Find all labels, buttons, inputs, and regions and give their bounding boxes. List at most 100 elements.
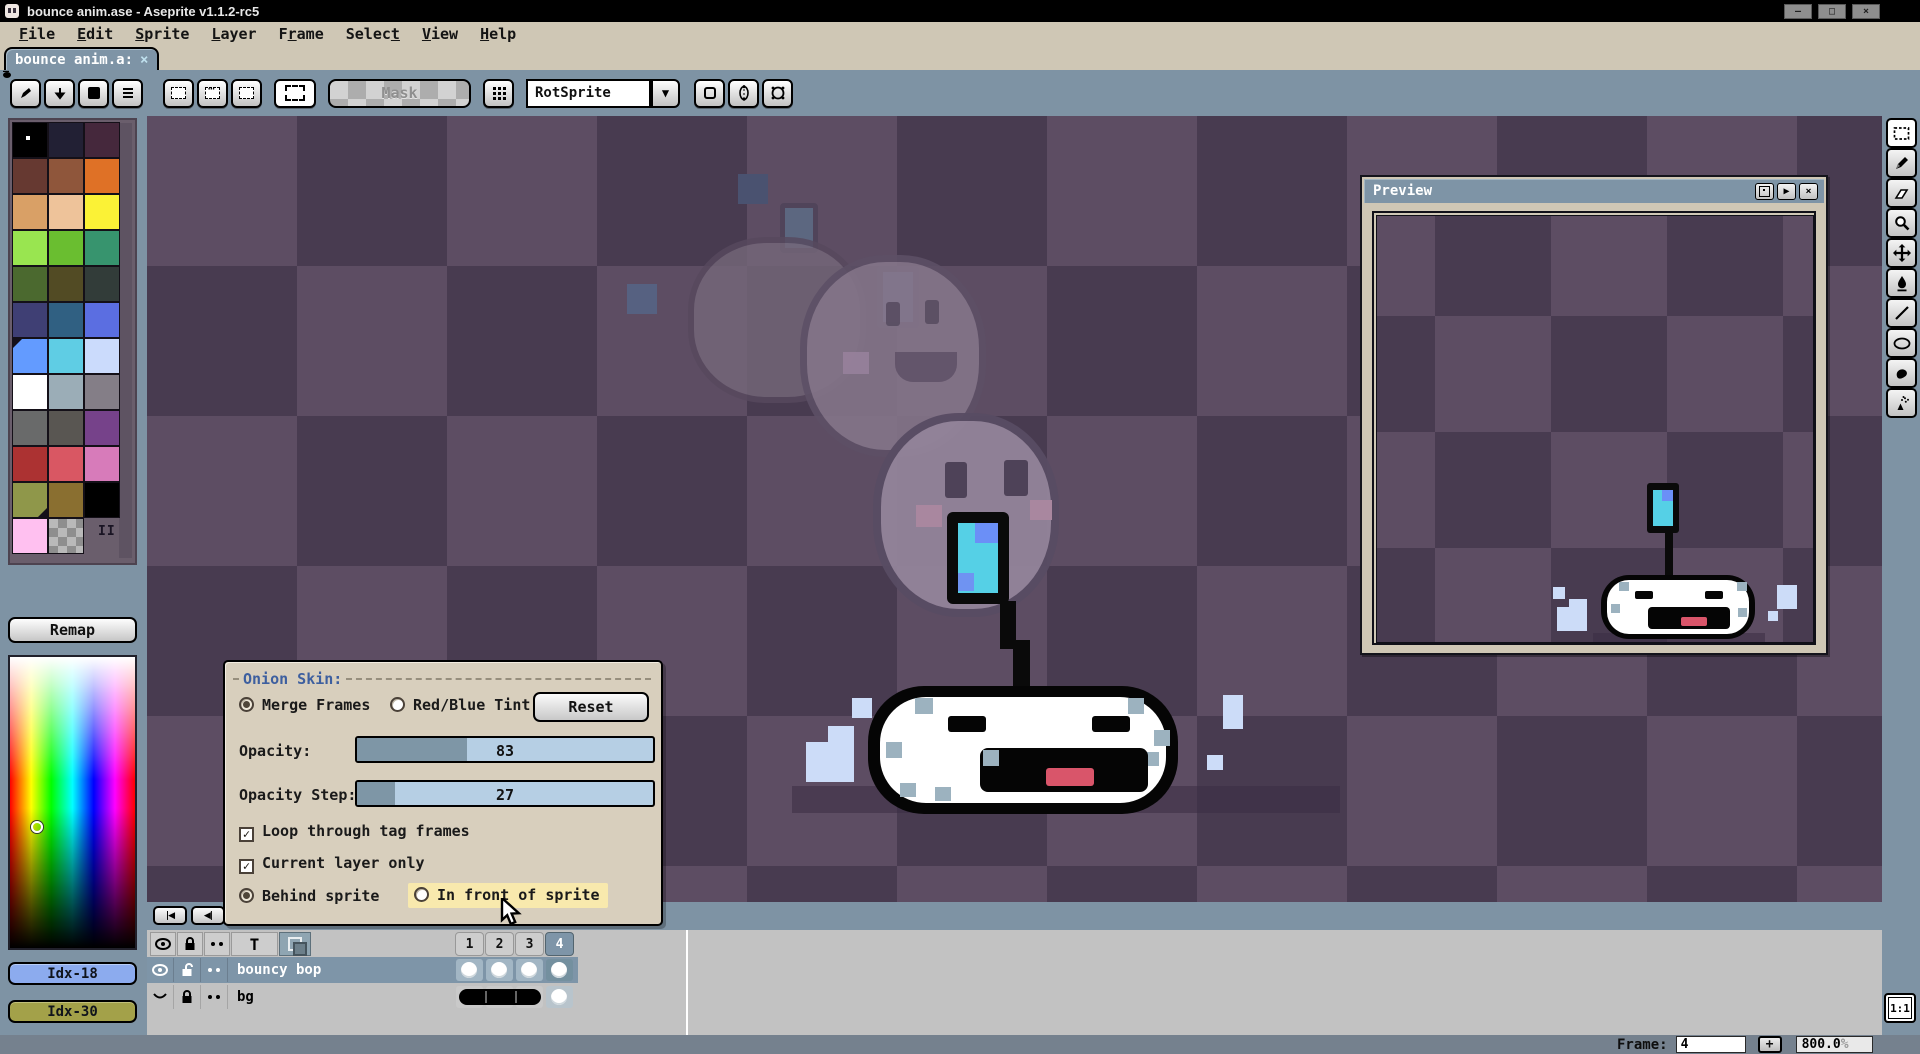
transform-skew-button[interactable] bbox=[728, 79, 759, 108]
menu-frame[interactable]: Frame bbox=[268, 25, 335, 43]
merge-frames-radio[interactable]: Merge Frames bbox=[239, 696, 370, 714]
add-frame-button[interactable]: + bbox=[1758, 1036, 1782, 1053]
palette-swatch-1[interactable] bbox=[49, 123, 83, 157]
opacity-step-slider[interactable]: 27 bbox=[355, 780, 655, 807]
preview-canvas[interactable] bbox=[1376, 215, 1814, 643]
transform-rotate-button[interactable] bbox=[762, 79, 793, 108]
palette-swatch-28[interactable] bbox=[49, 447, 83, 481]
palette-swatch-7[interactable] bbox=[49, 195, 83, 229]
linked-cels-bar[interactable] bbox=[459, 989, 541, 1005]
mask-button[interactable]: Mask bbox=[328, 79, 471, 108]
palette-swatch-18[interactable] bbox=[13, 339, 47, 373]
palette-swatch-12[interactable] bbox=[13, 267, 47, 301]
frame-header-4[interactable]: 4 bbox=[545, 932, 574, 956]
background-index-button[interactable]: Idx-30 bbox=[8, 1000, 137, 1023]
current-layer-only-checkbox[interactable]: ✓Current layer only bbox=[239, 854, 425, 874]
preview-close-button[interactable]: × bbox=[1799, 183, 1818, 200]
selection-subtract-button[interactable] bbox=[231, 79, 262, 108]
move-tool[interactable] bbox=[1886, 238, 1917, 268]
selection-add-button[interactable] bbox=[197, 79, 228, 108]
palette-swatch-8[interactable] bbox=[85, 195, 119, 229]
palette-swatch-0[interactable] bbox=[13, 123, 47, 157]
palette-swatch-33[interactable] bbox=[13, 519, 47, 553]
spray-tool[interactable] bbox=[1886, 388, 1917, 418]
close-button[interactable]: × bbox=[1852, 4, 1880, 19]
layer-row-bouncy-bop[interactable]: bouncy bop bbox=[147, 957, 578, 983]
menu-edit[interactable]: Edit bbox=[66, 25, 124, 43]
palette-swatch-29[interactable] bbox=[85, 447, 119, 481]
palette-presets-button[interactable] bbox=[78, 79, 109, 108]
menu-sprite[interactable]: Sprite bbox=[124, 25, 200, 43]
menu-view[interactable]: View bbox=[411, 25, 469, 43]
frame-number-input[interactable]: 4 bbox=[1676, 1036, 1746, 1053]
palette-sort-button[interactable] bbox=[44, 79, 75, 108]
palette-swatch-5[interactable] bbox=[85, 159, 119, 193]
spectrum-marker[interactable] bbox=[31, 821, 43, 833]
rotation-algorithm-dropdown[interactable]: ▼ bbox=[651, 79, 680, 108]
menu-select[interactable]: Select bbox=[335, 25, 411, 43]
eraser-tool[interactable] bbox=[1886, 178, 1917, 208]
palette-swatch-17[interactable] bbox=[85, 303, 119, 337]
contour-tool[interactable] bbox=[1886, 358, 1917, 388]
layer-continuous-toggle[interactable] bbox=[201, 958, 228, 982]
first-frame-button[interactable]: |◀ bbox=[153, 906, 187, 925]
palette-swatch-3[interactable] bbox=[13, 159, 47, 193]
palette-swatch-11[interactable] bbox=[85, 231, 119, 265]
layer-lock-toggle[interactable] bbox=[174, 985, 201, 1009]
selection-replace-button[interactable] bbox=[163, 79, 194, 108]
palette-swatch-10[interactable] bbox=[49, 231, 83, 265]
rotation-algorithm-select[interactable]: RotSprite bbox=[526, 79, 651, 108]
foreground-index-button[interactable]: Idx-18 bbox=[8, 962, 137, 985]
pencil-tool[interactable] bbox=[1886, 148, 1917, 178]
palette-swatch-27[interactable] bbox=[13, 447, 47, 481]
palette-swatch-31[interactable] bbox=[49, 483, 83, 517]
palette-swatch-19[interactable] bbox=[49, 339, 83, 373]
selection-mode-active-button[interactable] bbox=[274, 79, 316, 108]
layers-lock-header[interactable] bbox=[177, 932, 203, 956]
minimize-button[interactable]: – bbox=[1784, 4, 1812, 19]
menu-help[interactable]: Help bbox=[469, 25, 527, 43]
palette-swatch-32[interactable] bbox=[85, 483, 119, 517]
palette-swatch-23[interactable] bbox=[85, 375, 119, 409]
palette-options-button[interactable] bbox=[112, 79, 143, 108]
palette-swatch-25[interactable] bbox=[49, 411, 83, 445]
zoom-tool[interactable] bbox=[1886, 208, 1917, 238]
layer-continuous-toggle[interactable] bbox=[201, 985, 228, 1009]
line-tool[interactable] bbox=[1886, 298, 1917, 328]
color-spectrum-picker[interactable] bbox=[8, 655, 137, 950]
preview-play-button[interactable]: ▶ bbox=[1777, 183, 1796, 200]
rect-marquee-tool[interactable] bbox=[1886, 118, 1917, 148]
reset-button[interactable]: Reset bbox=[533, 692, 649, 722]
remap-button[interactable]: Remap bbox=[8, 617, 137, 643]
palette-edit-button[interactable] bbox=[10, 79, 41, 108]
timeline-options-button[interactable] bbox=[279, 932, 311, 956]
tab-bounce-anim[interactable]: bounce anim.a: × bbox=[4, 47, 159, 70]
layer-lock-toggle[interactable] bbox=[174, 958, 201, 982]
layers-visibility-header[interactable] bbox=[150, 932, 176, 956]
palette-swatch-transparent[interactable] bbox=[49, 519, 83, 553]
layer-name[interactable]: bouncy bop bbox=[228, 962, 321, 978]
paint-bucket-tool[interactable] bbox=[1886, 268, 1917, 298]
layer-name[interactable]: bg bbox=[228, 989, 254, 1005]
frame-header-3[interactable]: 3 bbox=[515, 932, 544, 956]
palette-swatch-26[interactable] bbox=[85, 411, 119, 445]
palette-swatch-24[interactable] bbox=[13, 411, 47, 445]
palette-swatch-30[interactable] bbox=[13, 483, 47, 517]
preview-center-button[interactable] bbox=[1755, 183, 1774, 200]
palette-swatch-21[interactable] bbox=[13, 375, 47, 409]
frame-header-2[interactable]: 2 bbox=[485, 932, 514, 956]
palette-swatch-15[interactable] bbox=[13, 303, 47, 337]
pixel-grid-button[interactable] bbox=[483, 79, 514, 108]
palette-swatch-16[interactable] bbox=[49, 303, 83, 337]
transform-rect-button[interactable] bbox=[694, 79, 725, 108]
loop-tag-frames-checkbox[interactable]: ✓Loop through tag frames bbox=[239, 822, 470, 842]
previous-frame-button[interactable]: ◀| bbox=[191, 906, 225, 925]
palette-swatch-9[interactable] bbox=[13, 231, 47, 265]
layer-visible-toggle[interactable] bbox=[147, 985, 174, 1009]
menu-layer[interactable]: Layer bbox=[200, 25, 267, 43]
palette-swatch-20[interactable] bbox=[85, 339, 119, 373]
zoom-1-1-button[interactable]: 1:1 bbox=[1884, 993, 1916, 1023]
behind-sprite-radio[interactable]: Behind sprite bbox=[239, 887, 379, 905]
palette-swatch-2[interactable] bbox=[85, 123, 119, 157]
ellipse-tool[interactable] bbox=[1886, 328, 1917, 358]
